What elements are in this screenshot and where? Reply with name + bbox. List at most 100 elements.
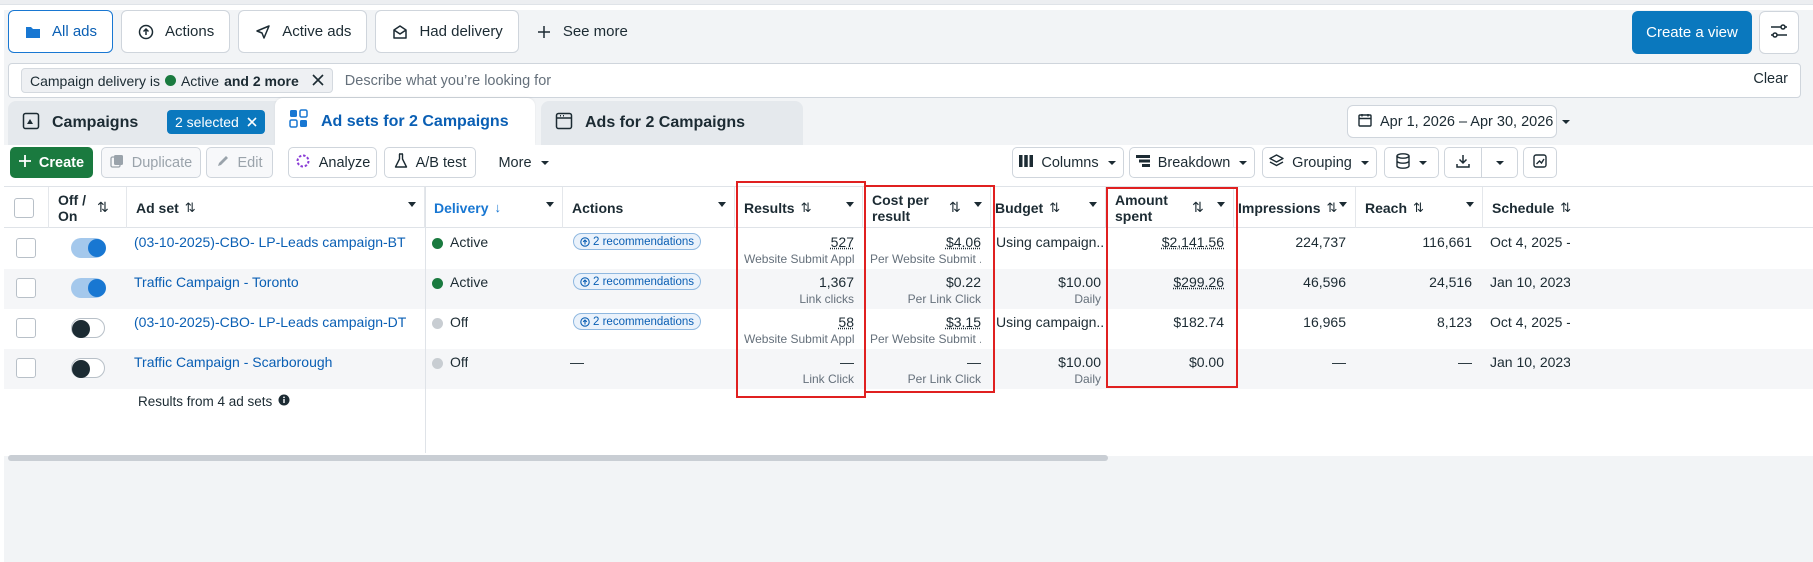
ad-set-name-link[interactable]: Traffic Campaign - Toronto (134, 274, 419, 290)
chevron-down-icon[interactable] (408, 202, 416, 207)
recommendations-pill[interactable]: 2 recommendations (573, 233, 701, 250)
filter-chip-suffix: and 2 more (224, 72, 299, 89)
view-settings-button[interactable] (1759, 11, 1799, 54)
edit-button[interactable]: Edit (206, 147, 273, 178)
header-reach[interactable]: Reach ⇅ (1356, 187, 1483, 228)
filter-search-input[interactable]: Describe what you’re looking for (345, 73, 551, 89)
calendar-icon (1358, 113, 1372, 131)
breakdown-icon (1135, 154, 1150, 171)
header-delivery[interactable]: Delivery ↓ (425, 187, 563, 228)
impressions-value: 224,737 (1295, 234, 1346, 250)
toolbar: Create Duplicate Edit Analyze A/B test M… (4, 145, 1813, 186)
budget-value: Using campaign... (996, 234, 1104, 250)
date-range-picker[interactable]: Apr 1, 2026 – Apr 30, 2026 (1347, 105, 1571, 138)
row-on-off-toggle[interactable] (71, 318, 105, 338)
row-checkbox[interactable] (16, 358, 36, 378)
row-checkbox[interactable] (16, 238, 36, 258)
recommendations-pill[interactable]: 2 recommendations (573, 273, 701, 290)
view-tab-label: Actions (165, 23, 215, 40)
grouping-button[interactable]: Grouping (1262, 147, 1377, 178)
header-actions[interactable]: Actions (563, 187, 735, 228)
sort-icon: ⇅ (184, 199, 196, 215)
arrow-up-circle-icon (580, 276, 590, 287)
header-schedule[interactable]: Schedule ⇅ (1483, 187, 1813, 228)
ad-set-name-link[interactable]: (03-10-2025)-CBO- LP-Leads campaign-DT (134, 314, 419, 330)
delivery-status-dot (432, 318, 443, 329)
edit-label: Edit (237, 154, 263, 171)
plus-icon (535, 23, 553, 41)
chevron-down-icon[interactable] (1339, 202, 1347, 207)
header-label: Actions (572, 199, 624, 216)
row-checkbox[interactable] (16, 318, 36, 338)
filter-bar[interactable]: Campaign delivery is Active and 2 more D… (8, 63, 1801, 98)
see-more-button[interactable]: See more (527, 10, 636, 53)
view-tab-label: All ads (52, 23, 98, 40)
header-label: Budget (995, 199, 1044, 216)
export-button[interactable] (1444, 147, 1482, 178)
tab-ads-label: Ads for 2 Campaigns (585, 114, 746, 131)
tab-ad-sets[interactable]: Ad sets for 2 Campaigns (275, 98, 535, 145)
chevron-down-icon[interactable] (718, 202, 726, 207)
folder-icon (24, 23, 42, 41)
tab-ad-sets-label: Ad sets for 2 Campaigns (321, 112, 509, 130)
chevron-down-icon[interactable] (546, 202, 554, 207)
row-on-off-toggle[interactable] (71, 278, 106, 298)
ab-test-button[interactable]: A/B test (384, 147, 476, 178)
header-off-on[interactable]: Off / On ⇅ (49, 187, 127, 228)
report-database-button[interactable] (1384, 147, 1439, 178)
horizontal-scrollbar[interactable] (8, 455, 1108, 461)
grid-icon (289, 109, 309, 134)
view-tab-had-delivery[interactable]: Had delivery (375, 10, 519, 53)
sort-icon: ⇅ (1413, 199, 1424, 215)
breakdown-label: Breakdown (1157, 154, 1231, 171)
header-budget[interactable]: Budget ⇅ (991, 187, 1106, 228)
header-label: Impressions (1238, 199, 1321, 216)
close-icon[interactable] (312, 73, 324, 89)
row-on-off-toggle[interactable] (71, 238, 106, 258)
close-icon[interactable] (247, 114, 257, 130)
create-label: Create (38, 154, 85, 171)
row-on-off-toggle[interactable] (71, 358, 105, 378)
view-tab-all-ads[interactable]: All ads (8, 10, 114, 53)
header-label: Delivery (434, 199, 489, 216)
budget-value: $10.00 (1058, 354, 1101, 370)
header-impressions[interactable]: Impressions ⇅ (1234, 187, 1356, 228)
filter-chip-campaign-delivery[interactable]: Campaign delivery is Active and 2 more (21, 68, 333, 93)
ad-set-name-link[interactable]: (03-10-2025)-CBO- LP-Leads campaign-BT (134, 234, 419, 250)
view-tab-actions[interactable]: Actions (121, 10, 231, 53)
columns-button[interactable]: Columns (1012, 147, 1124, 178)
export-menu-button[interactable] (1481, 147, 1518, 178)
view-tab-active-ads[interactable]: Active ads (238, 10, 368, 53)
tab-ads[interactable]: Ads for 2 Campaigns (541, 101, 803, 145)
highlight-amount-spent-column (1106, 187, 1238, 388)
duplicate-button[interactable]: Duplicate (101, 147, 201, 178)
delivery-status: Active (450, 274, 489, 290)
ab-test-label: A/B test (415, 154, 467, 171)
sort-down-icon: ↓ (494, 200, 501, 215)
analyze-button[interactable]: Analyze (288, 147, 377, 178)
ad-window-icon (555, 112, 573, 135)
ad-set-name-link[interactable]: Traffic Campaign - Scarborough (134, 354, 419, 370)
chevron-down-icon[interactable] (1089, 202, 1097, 207)
sort-icon: ⇅ (1049, 199, 1061, 215)
selected-campaigns-pill[interactable]: 2 selected (167, 110, 265, 134)
header-label: Ad set (136, 199, 179, 216)
pencil-icon (217, 154, 230, 171)
recommendations-pill[interactable]: 2 recommendations (573, 313, 701, 330)
impressions-value: 16,965 (1303, 314, 1346, 330)
sort-icon[interactable]: ⇅ (97, 199, 109, 215)
toggle-knob (72, 360, 90, 378)
create-view-button[interactable]: Create a view (1632, 11, 1752, 54)
clear-filters-button[interactable]: Clear (1753, 71, 1788, 87)
create-button[interactable]: Create (10, 147, 93, 178)
header-select-all (4, 187, 49, 228)
charts-button[interactable] (1523, 147, 1557, 178)
date-range-label: Apr 1, 2026 – Apr 30, 2026 (1380, 113, 1554, 130)
select-all-checkbox[interactable] (14, 197, 34, 218)
header-ad-set[interactable]: Ad set ⇅ (127, 187, 425, 228)
more-menu-button[interactable]: More (489, 147, 559, 178)
breakdown-button[interactable]: Breakdown (1129, 147, 1255, 178)
info-icon[interactable] (278, 394, 290, 409)
chevron-down-icon[interactable] (1466, 202, 1474, 207)
row-checkbox[interactable] (16, 278, 36, 298)
